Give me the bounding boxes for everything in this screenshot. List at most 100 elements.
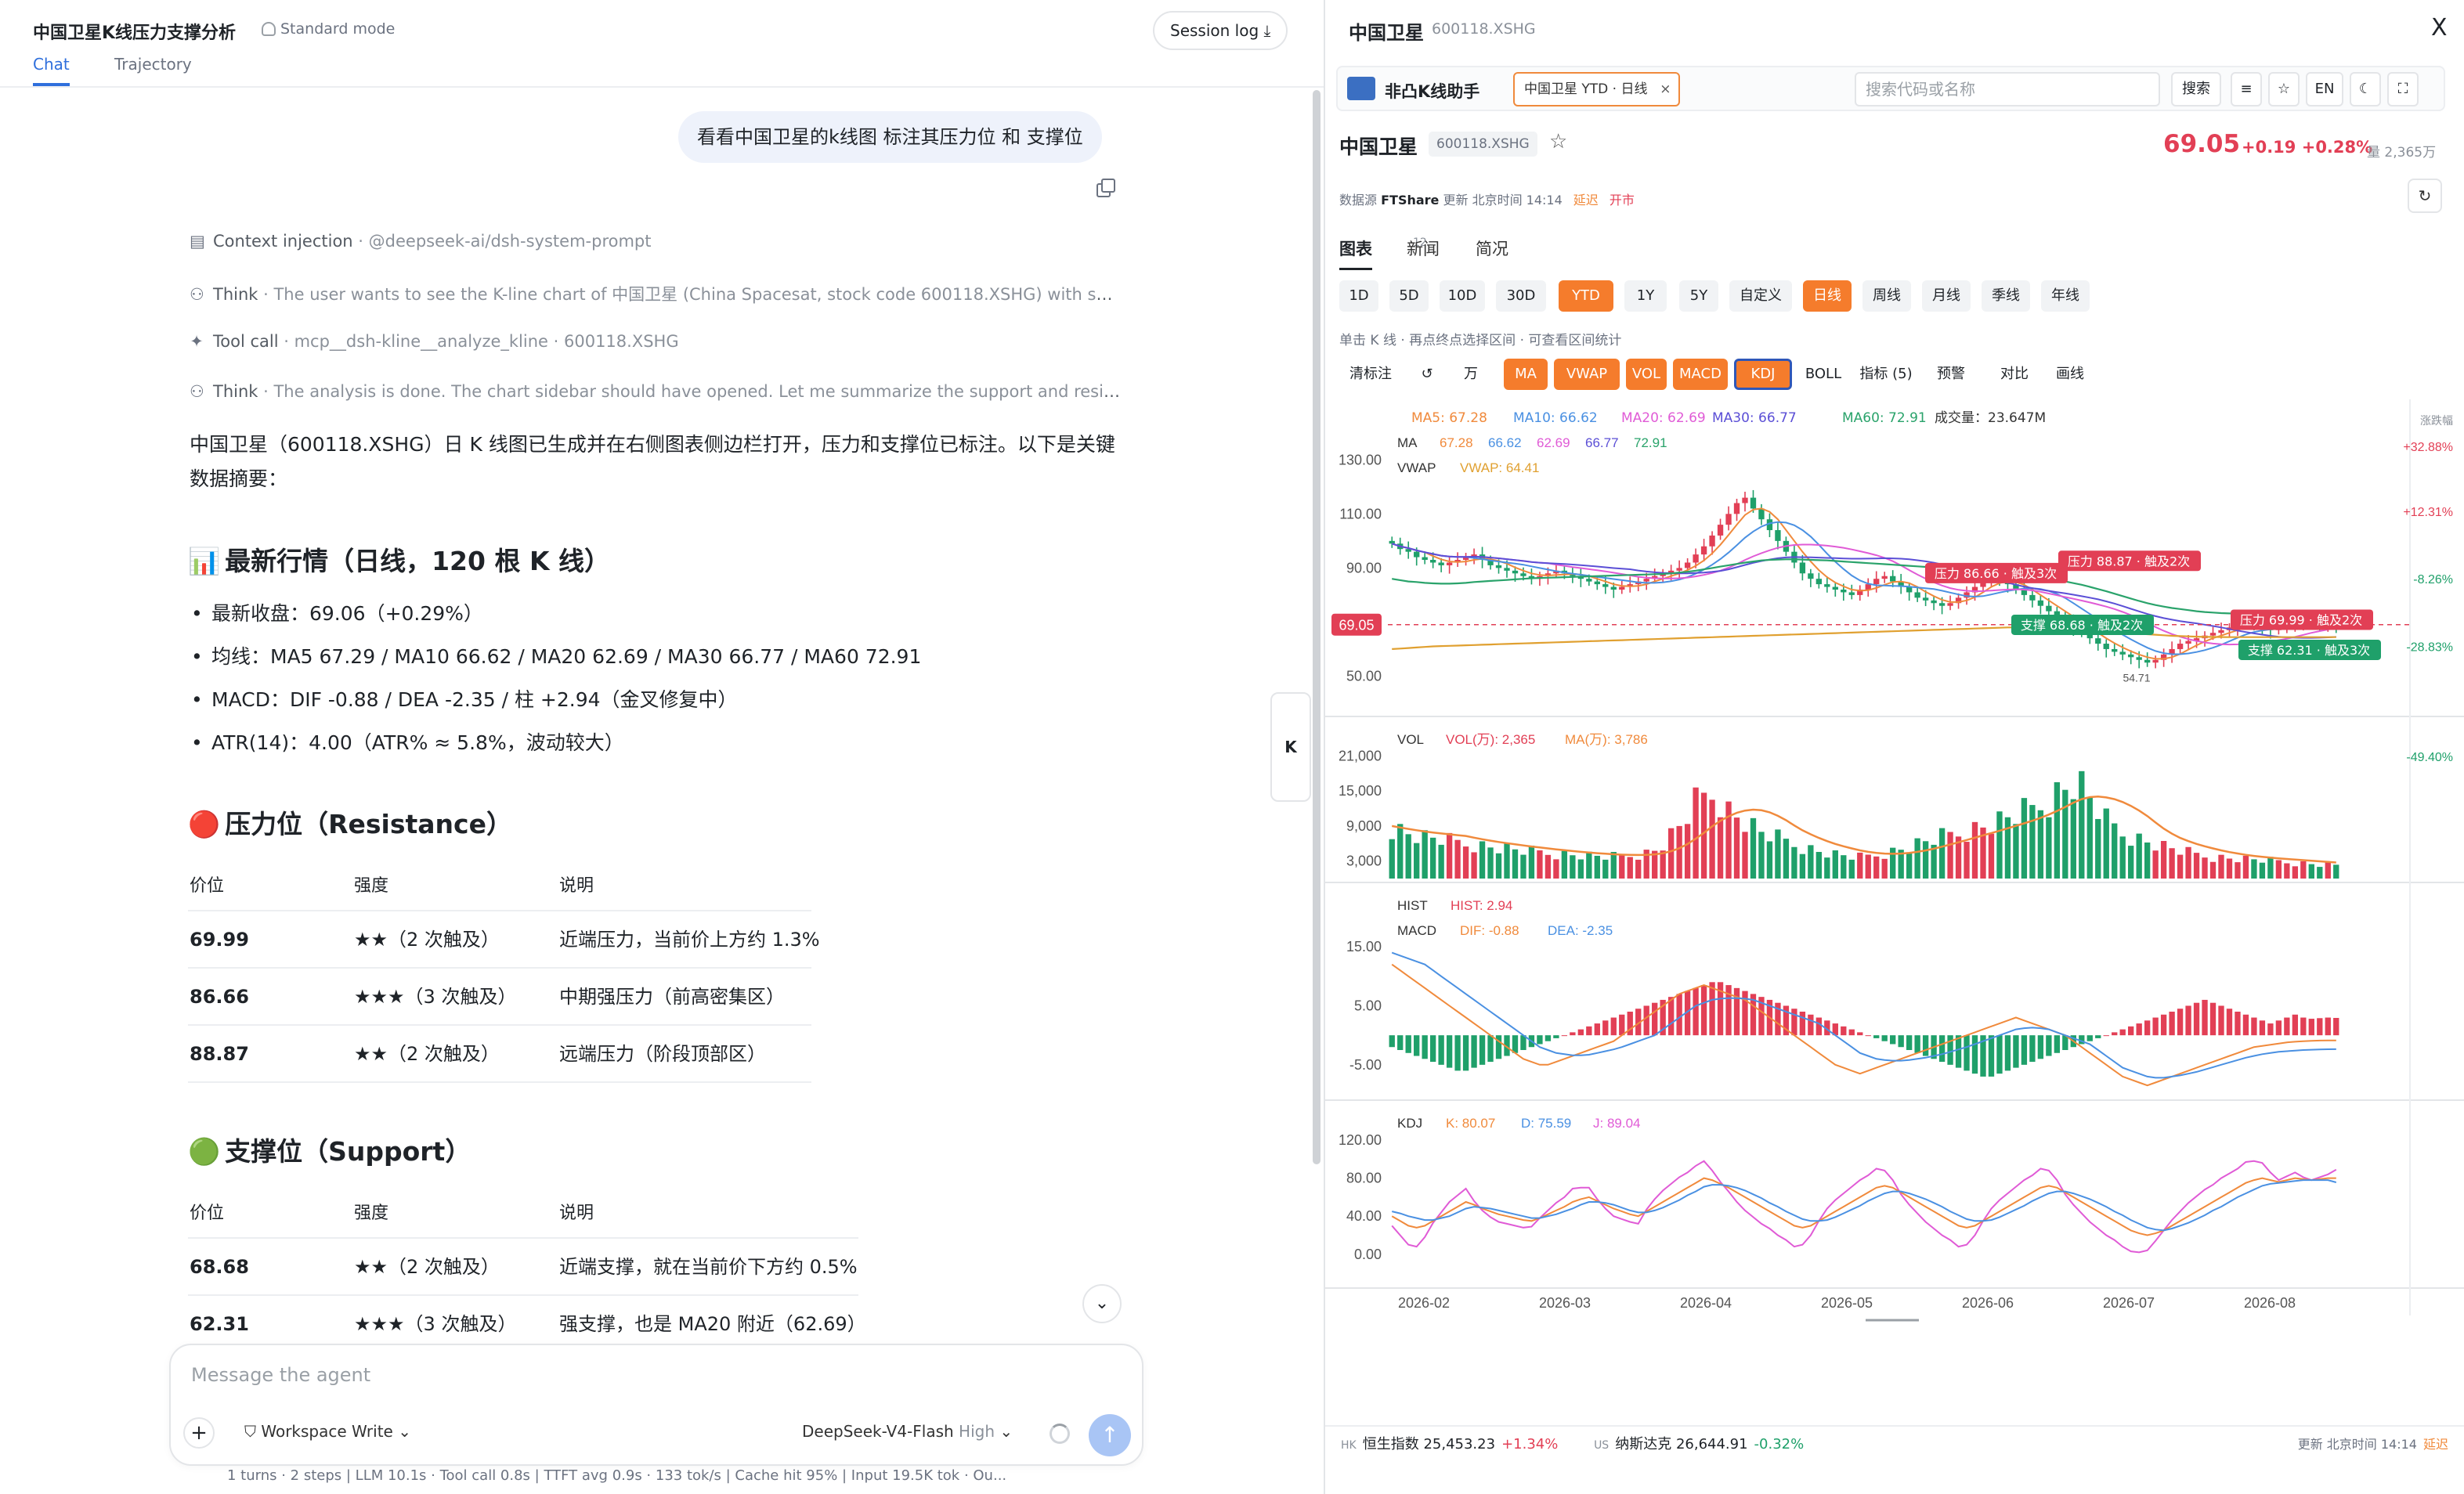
chat-scrollbar[interactable] bbox=[1313, 90, 1321, 1164]
range-1[interactable]: 5D bbox=[1389, 280, 1429, 312]
header-strength: 强度 bbox=[354, 876, 389, 896]
volume-bar bbox=[2152, 850, 2159, 879]
close-icon[interactable]: × bbox=[1660, 74, 1671, 105]
macd-hist-bar bbox=[1808, 1014, 1814, 1036]
macd-tick-label: -5.00 bbox=[1349, 1057, 1382, 1073]
tool-6[interactable]: MACD bbox=[1673, 359, 1728, 390]
volume-bar bbox=[2202, 857, 2208, 879]
add-attachment-button[interactable]: + bbox=[183, 1417, 215, 1449]
volume-bar bbox=[2177, 854, 2184, 879]
candle-body bbox=[1512, 570, 1519, 574]
step-tool-call[interactable]: ✦ Tool call · mcp__dsh-kline__analyze_kli… bbox=[190, 332, 1122, 351]
candle-body bbox=[2185, 641, 2191, 644]
tool-12[interactable]: 画线 bbox=[2046, 359, 2094, 390]
volume-bar bbox=[1988, 833, 1995, 879]
volume-bar bbox=[1791, 846, 1797, 879]
macd-hist-bar bbox=[2209, 1002, 2217, 1036]
tool-8[interactable]: BOLL bbox=[1798, 359, 1848, 390]
tool-0[interactable]: 清标注 bbox=[1339, 359, 1402, 390]
loading-spinner-icon bbox=[1050, 1424, 1070, 1444]
panel-title: 中国卫星 bbox=[1349, 22, 1424, 44]
volume-bar bbox=[1577, 859, 1584, 879]
tab-chart[interactable]: 图表 bbox=[1339, 236, 1372, 270]
step-think-2[interactable]: ⚇ Think · The analysis is done. The chart… bbox=[190, 382, 1122, 401]
tab-trajectory[interactable]: Trajectory bbox=[114, 55, 192, 83]
ma-value: 72.91 bbox=[1634, 435, 1667, 450]
list-item: MACD：DIF -0.88 / DEA -2.35 / 柱 +2.94（金叉修… bbox=[190, 683, 1129, 726]
macd-hist-bar bbox=[1799, 1012, 1806, 1036]
candle-body bbox=[2095, 638, 2101, 644]
range-5[interactable]: 1Y bbox=[1624, 280, 1667, 312]
scroll-down-button[interactable]: ⌄ bbox=[1082, 1284, 1122, 1323]
x-tick-label: 2026-02 bbox=[1398, 1295, 1450, 1311]
period-4[interactable]: 年线 bbox=[2041, 280, 2090, 312]
tab-profile[interactable]: 简况 bbox=[1476, 236, 1508, 260]
range-2[interactable]: 10D bbox=[1440, 280, 1485, 312]
macd-hist-bar bbox=[1446, 1035, 1453, 1068]
macd-hist-bar bbox=[1964, 1035, 1970, 1071]
tool-5[interactable]: VOL bbox=[1626, 359, 1667, 390]
period-2[interactable]: 月线 bbox=[1922, 280, 1971, 312]
range-7[interactable]: 自定义 bbox=[1729, 280, 1792, 312]
tool-3[interactable]: MA bbox=[1504, 359, 1548, 390]
model-selector[interactable]: DeepSeek-V4-Flash High ⌄ bbox=[802, 1422, 1013, 1441]
star-icon[interactable]: ☆ bbox=[2268, 72, 2300, 106]
search-button[interactable]: 搜索 bbox=[2171, 72, 2221, 106]
tool-4[interactable]: VWAP bbox=[1554, 359, 1620, 390]
send-button[interactable]: ↑ bbox=[1089, 1414, 1131, 1456]
tool-2[interactable]: 万 bbox=[1449, 359, 1493, 390]
symbol-search-input[interactable]: 搜索代码或名称 bbox=[1855, 72, 2160, 106]
volume-bar bbox=[1676, 825, 1682, 879]
volume-bar bbox=[2070, 799, 2076, 879]
stock-name: 中国卫星 bbox=[1339, 135, 1418, 158]
mode-indicator[interactable]: Standard mode bbox=[262, 20, 395, 38]
volume-bar bbox=[1971, 821, 1978, 879]
tool-10[interactable]: 预警 bbox=[1924, 359, 1978, 390]
step-context-injection[interactable]: ▤ Context injection · @deepseek-ai/dsh-sy… bbox=[190, 232, 1122, 251]
tool-11[interactable]: 对比 bbox=[1991, 359, 2038, 390]
tool-1[interactable]: ↺ bbox=[1413, 359, 1441, 390]
favorite-star-icon[interactable]: ☆ bbox=[1549, 130, 1567, 153]
fullscreen-icon[interactable]: ⛶ bbox=[2387, 72, 2419, 106]
mode-icon bbox=[262, 22, 276, 36]
moon-icon[interactable]: ☾ bbox=[2350, 72, 2381, 106]
menu-icon[interactable]: ≡ bbox=[2231, 72, 2262, 106]
candle-body bbox=[1881, 576, 1888, 579]
macd-hist-bar bbox=[1693, 987, 1699, 1036]
copy-icon[interactable] bbox=[1097, 179, 1115, 197]
range-4[interactable]: YTD bbox=[1559, 280, 1613, 312]
volume-bar bbox=[2259, 862, 2266, 879]
range-6[interactable]: 5Y bbox=[1679, 280, 1718, 312]
macd-hist-bar bbox=[2202, 999, 2208, 1036]
volume-bar bbox=[1865, 854, 1871, 879]
close-icon[interactable]: X bbox=[2431, 14, 2448, 42]
volume-bar bbox=[2037, 810, 2044, 879]
volume-bar bbox=[2251, 859, 2257, 879]
period-1[interactable]: 周线 bbox=[1862, 280, 1911, 312]
range-0[interactable]: 1D bbox=[1339, 280, 1378, 312]
workspace-selector[interactable]: ⛉ Workspace Write ⌄ bbox=[244, 1422, 411, 1441]
macd-hist-bar bbox=[2037, 1035, 2044, 1059]
period-3[interactable]: 季线 bbox=[1982, 280, 2030, 312]
tool-7[interactable]: KDJ bbox=[1734, 359, 1792, 390]
session-log-button[interactable]: Session log ⤓ bbox=[1153, 11, 1288, 50]
refresh-icon[interactable]: ↻ bbox=[2408, 179, 2442, 213]
tool-9[interactable]: 指标 (5) bbox=[1855, 359, 1917, 390]
tab-chat[interactable]: Chat bbox=[33, 55, 70, 86]
tab-news[interactable]: 新闻 12 bbox=[1407, 236, 1440, 258]
symbol-chip[interactable]: 中国卫星 YTD · 日线 × bbox=[1513, 72, 1681, 106]
period-0[interactable]: 日线 bbox=[1803, 280, 1852, 312]
language-button[interactable]: EN bbox=[2306, 72, 2343, 106]
message-input[interactable]: Message the agent bbox=[191, 1364, 370, 1386]
level-label: 压力 69.99 · 触及2次 bbox=[2240, 612, 2362, 627]
range-3[interactable]: 30D bbox=[1496, 280, 1546, 312]
macd-hist-bar bbox=[2013, 1035, 2019, 1068]
step-label: Context injection bbox=[213, 232, 353, 251]
header-strength: 强度 bbox=[354, 1204, 389, 1223]
kline-sidebar-toggle[interactable]: K bbox=[1270, 692, 1311, 802]
data-source-line: 数据源 FTShare 更新 北京时间 14:14 延迟 开市 bbox=[1339, 189, 1635, 208]
step-think-1[interactable]: ⚇ Think · The user wants to see the K-lin… bbox=[190, 282, 1122, 305]
kline-chart[interactable]: 130.00 110.00 90.00 50.00 +32.88% +12.31% -8.2… bbox=[1325, 399, 2464, 1323]
volume-bar bbox=[1479, 841, 1486, 879]
volume-bar bbox=[1520, 854, 1526, 879]
